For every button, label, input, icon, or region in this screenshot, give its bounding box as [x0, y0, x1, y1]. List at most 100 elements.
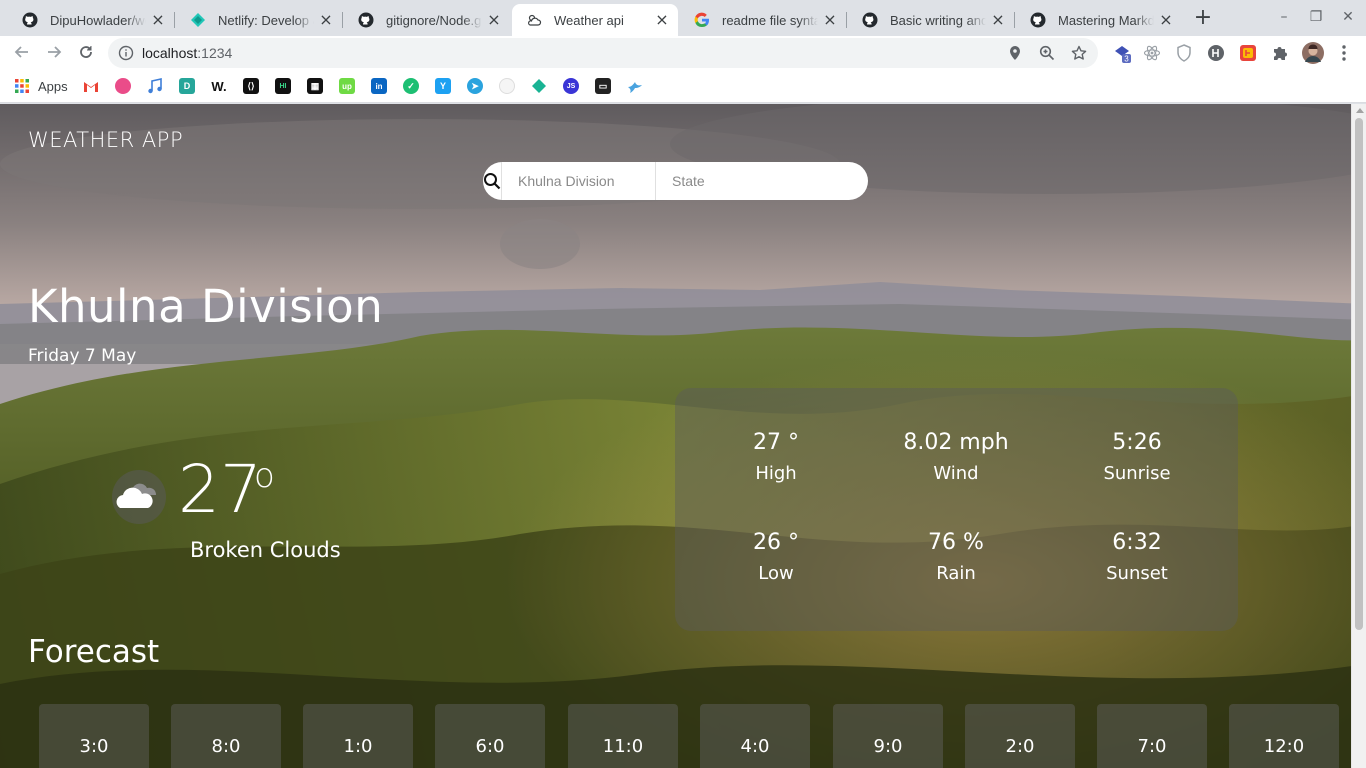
forecast-card[interactable]: 8:0	[171, 704, 281, 768]
stat-high: 27 ° High	[696, 430, 856, 484]
restore-button[interactable]: ❐	[1302, 6, 1330, 28]
tab-title: Netlify: Develop &	[218, 12, 314, 28]
linkedin-icon[interactable]: in	[371, 78, 387, 94]
grid-bookmark-icon[interactable]: ▦	[307, 78, 323, 94]
gmail-icon[interactable]	[83, 78, 99, 94]
reload-icon	[80, 46, 92, 58]
current-date: Friday 7 May	[28, 346, 137, 366]
window-close-button[interactable]: ✕	[1334, 6, 1362, 28]
y-bookmark-icon[interactable]: Y	[435, 78, 451, 94]
avatar[interactable]	[1302, 42, 1324, 64]
forecast-card[interactable]: 1:0	[303, 704, 413, 768]
tab-google-readme[interactable]: readme file syntax ×	[680, 4, 847, 36]
tab-github-mastering-markdown[interactable]: Mastering Markdo ×	[1016, 4, 1182, 36]
tab-github-basic-writing[interactable]: Basic writing and f ×	[848, 4, 1015, 36]
city-input[interactable]	[502, 162, 656, 200]
forecast-time: 11:0	[602, 736, 644, 757]
tab-title: Mastering Markdo	[1058, 12, 1154, 28]
stat-sunrise-label: Sunrise	[1103, 463, 1171, 484]
forecast-card[interactable]: 12:0	[1229, 704, 1339, 768]
state-input[interactable]	[656, 162, 868, 200]
react-devtools-icon[interactable]	[1142, 43, 1162, 63]
reload-button[interactable]	[72, 38, 100, 66]
forecast-time: 8:0	[211, 736, 241, 757]
bird-bookmark-icon[interactable]	[627, 78, 643, 94]
tab-title: readme file syntax	[722, 12, 818, 28]
scrollbar-thumb[interactable]	[1355, 118, 1363, 630]
more-menu-icon[interactable]	[1334, 43, 1354, 63]
check-bookmark-icon[interactable]: ✓	[403, 78, 419, 94]
close-icon[interactable]: ×	[486, 12, 502, 28]
location-title: Khulna Division	[28, 280, 384, 333]
back-button[interactable]	[8, 38, 36, 66]
forecast-time: 2:0	[1005, 736, 1035, 757]
forecast-time: 7:0	[1137, 736, 1167, 757]
orange-extension-icon[interactable]	[1238, 43, 1258, 63]
info-icon[interactable]	[118, 45, 134, 66]
w-bookmark-icon[interactable]: W.	[211, 78, 227, 94]
bookmarks-bar: Apps D W. ⟨⟩ HI ▦ up in ✓ Y ➤ JS ▭	[0, 70, 1366, 103]
forecast-card[interactable]: 9:0	[833, 704, 943, 768]
new-tab-button[interactable]: +	[1190, 6, 1216, 32]
close-icon[interactable]: ×	[1158, 12, 1174, 28]
tab-weather-api[interactable]: Weather api ×	[512, 4, 678, 36]
forward-button[interactable]	[40, 38, 68, 66]
close-icon[interactable]: ×	[822, 12, 838, 28]
diamond-bookmark-icon[interactable]	[531, 78, 547, 94]
stat-rain-value: 76 %	[928, 530, 984, 555]
circle-extension-icon[interactable]	[1206, 43, 1226, 63]
music-icon[interactable]	[147, 78, 163, 94]
forecast-time: 3:0	[79, 736, 109, 757]
address-bar[interactable]: localhost:1234	[108, 38, 1098, 68]
forecast-card[interactable]: 6:0	[435, 704, 545, 768]
zoom-icon[interactable]	[1038, 44, 1056, 62]
stat-sunset-label: Sunset	[1106, 563, 1168, 584]
bookmark-apps-label: Apps	[38, 78, 68, 94]
close-icon[interactable]: ×	[990, 12, 1006, 28]
forecast-time: 1:0	[343, 736, 373, 757]
stat-sunrise-value: 5:26	[1112, 430, 1162, 455]
forecast-heading: Forecast	[28, 634, 160, 670]
forecast-card[interactable]: 11:0	[568, 704, 678, 768]
hackerrank-icon[interactable]: HI	[275, 78, 291, 94]
weather-page: WEATHER APP Khulna Division Friday 7 May…	[0, 104, 1366, 768]
tab-netlify[interactable]: Netlify: Develop & ×	[176, 4, 343, 36]
tab-github-dipuhowlader[interactable]: DipuHowlader/we ×	[8, 4, 175, 36]
upwork-icon[interactable]: up	[339, 78, 355, 94]
close-icon[interactable]: ×	[318, 12, 334, 28]
shield-icon[interactable]	[1174, 43, 1194, 63]
telegram-icon[interactable]: ➤	[467, 78, 483, 94]
current-temperature: 27	[178, 451, 262, 528]
browser-toolbar: localhost:1234 3	[0, 36, 1366, 70]
extension-badge-icon[interactable]: 3	[1112, 43, 1132, 63]
page-scrollbar[interactable]	[1351, 104, 1366, 768]
close-icon[interactable]: ×	[654, 12, 670, 28]
bookmark-star-icon[interactable]	[1070, 44, 1088, 62]
minimize-button[interactable]: –	[1270, 6, 1298, 28]
forecast-card[interactable]: 4:0	[700, 704, 810, 768]
forecast-card[interactable]: 7:0	[1097, 704, 1207, 768]
stat-rain: 76 % Rain	[876, 530, 1036, 584]
puzzle-icon[interactable]	[1270, 43, 1290, 63]
terminal-bookmark-icon[interactable]: ▭	[595, 78, 611, 94]
stat-sunset-value: 6:32	[1112, 530, 1162, 555]
forecast-time: 6:0	[475, 736, 505, 757]
js-bookmark-icon[interactable]: JS	[563, 78, 579, 94]
forecast-card[interactable]: 3:0	[39, 704, 149, 768]
forecast-card[interactable]: 2:0	[965, 704, 1075, 768]
tab-github-gitignore[interactable]: gitignore/Node.git ×	[344, 4, 510, 36]
github-icon	[862, 12, 878, 28]
stat-low-label: Low	[758, 563, 794, 584]
weather-icon	[526, 12, 542, 28]
forecast-time: 12:0	[1263, 736, 1305, 757]
dribbble-icon[interactable]	[115, 78, 131, 94]
arrow-left-icon	[14, 46, 28, 58]
app-brand: WEATHER APP	[28, 128, 184, 152]
location-pin-icon[interactable]	[1006, 44, 1024, 62]
color-wheel-icon[interactable]	[499, 78, 515, 94]
code-bookmark-icon[interactable]: ⟨⟩	[243, 78, 259, 94]
close-icon[interactable]: ×	[150, 12, 166, 28]
stat-sunrise: 5:26 Sunrise	[1057, 430, 1217, 484]
d-bookmark-icon[interactable]: D	[179, 78, 195, 94]
bookmark-apps[interactable]: Apps	[14, 78, 68, 94]
